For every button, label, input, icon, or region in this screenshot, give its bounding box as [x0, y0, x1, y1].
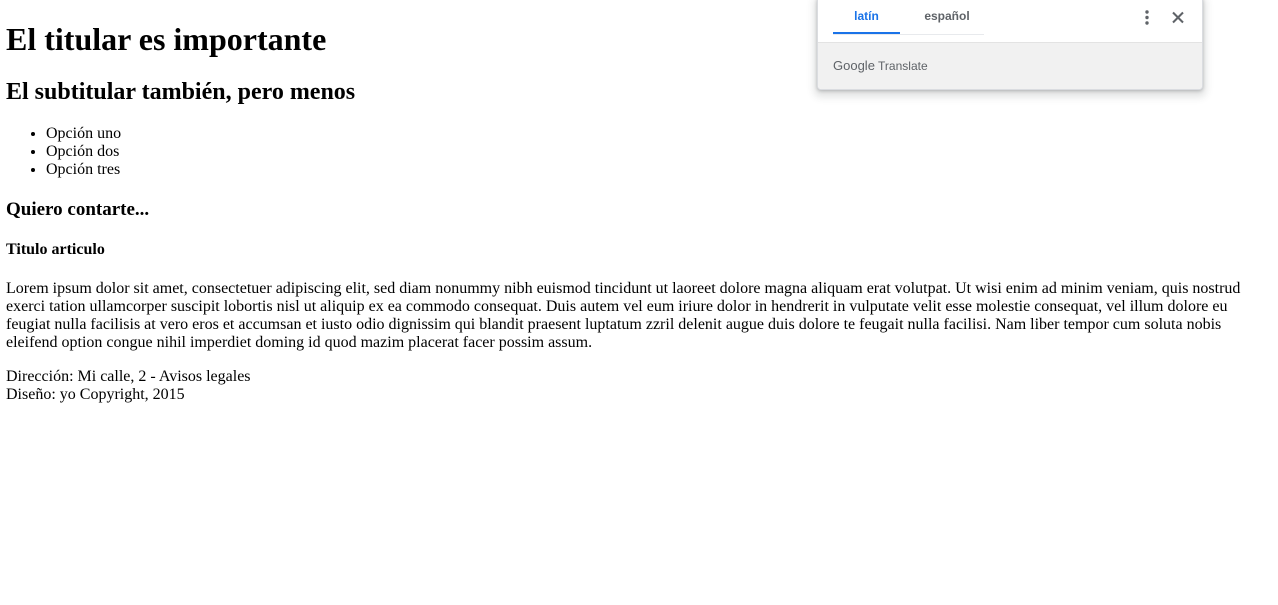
footer-address: Dirección: Mi calle, 2 - Avisos legales	[6, 368, 251, 385]
google-translate-popup: latín español Google Translate	[817, 0, 1203, 90]
list-item: Opción uno	[46, 125, 121, 143]
google-logo-text: Google	[833, 58, 875, 73]
page-footer: Dirección: Mi calle, 2 - Avisos legales …	[6, 368, 251, 404]
more-vert-icon[interactable]	[1138, 5, 1156, 29]
article-title: Titulo articulo	[6, 241, 105, 258]
options-list: Opción uno Opción dos Opción tres	[46, 125, 121, 179]
tab-source-language[interactable]: latín	[833, 1, 900, 34]
article-paragraph: Lorem ipsum dolor sit amet, consectetuer…	[6, 280, 1241, 351]
footer-design: Diseño: yo Copyright, 2015	[6, 386, 185, 403]
list-item: Opción tres	[46, 161, 121, 179]
page: El titular es importante El subtitular t…	[0, 0, 1278, 605]
list-item: Opción dos	[46, 143, 121, 161]
translate-label: Translate	[878, 59, 928, 73]
section-heading: Quiero contarte...	[6, 199, 150, 220]
page-subtitle: El subtitular también, pero menos	[6, 79, 356, 105]
page-title: El titular es importante	[6, 21, 327, 57]
tab-target-language[interactable]: español	[910, 1, 984, 32]
language-tabs: latín español	[833, 1, 984, 35]
google-translate-logo: Google Translate	[833, 58, 928, 74]
translate-footer: Google Translate	[818, 42, 1202, 89]
close-icon[interactable]	[1168, 5, 1188, 29]
